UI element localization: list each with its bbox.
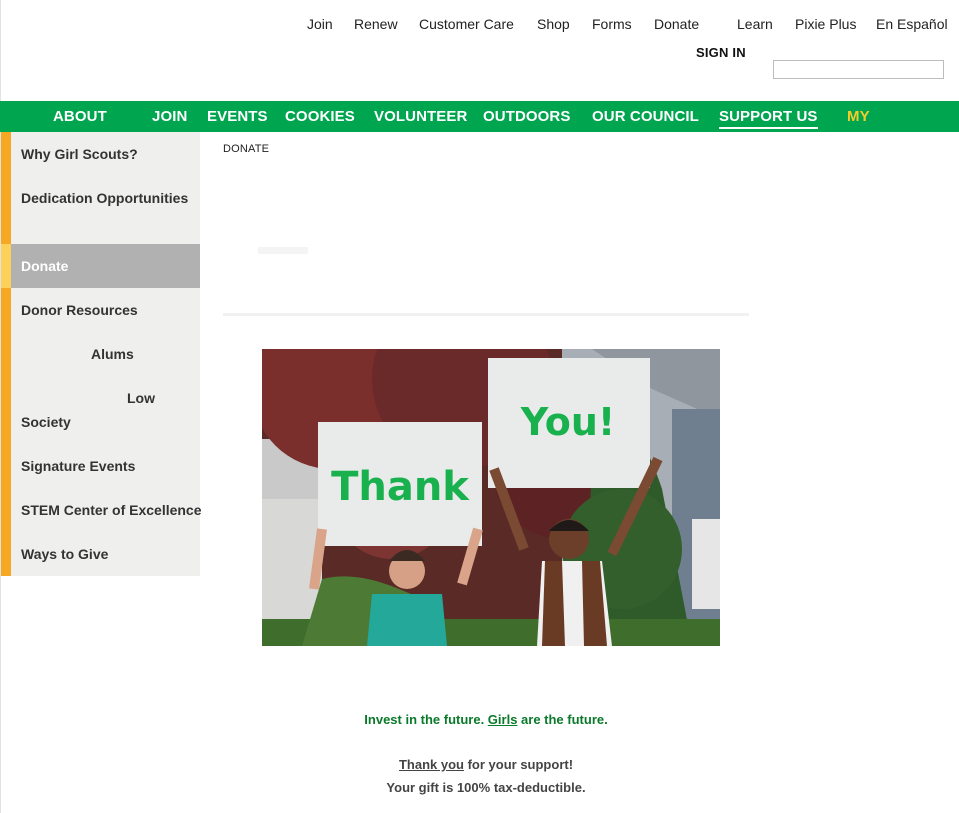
- sign-you-text: You!: [520, 400, 616, 444]
- thank-you-rest: for your support!: [463, 757, 574, 772]
- sidebar-item-alums[interactable]: Alums: [11, 332, 200, 376]
- utility-link-pixie-plus[interactable]: Pixie Plus: [795, 16, 856, 32]
- sidebar-item-label: Dedication Opportunities: [21, 190, 189, 206]
- nav-outdoors[interactable]: OUTDOORS: [483, 108, 570, 125]
- utility-link-customer-care[interactable]: Customer Care: [419, 16, 514, 32]
- sidebar-item-label: Why Girl Scouts?: [21, 146, 138, 162]
- sidebar-item-label: Alums: [91, 346, 134, 362]
- search-input[interactable]: [773, 60, 944, 79]
- nav-support-us[interactable]: SUPPORT US: [719, 108, 818, 129]
- sidebar-item-label: Donate: [21, 258, 69, 274]
- utility-link-en-espanol[interactable]: En Español: [876, 16, 948, 32]
- sign-in-link[interactable]: SIGN IN: [696, 45, 746, 60]
- tax-deductible-note: Your gift is 100% tax-deductible.: [386, 780, 586, 795]
- nav-about[interactable]: ABOUT: [53, 108, 107, 125]
- tagline: Invest in the future. Girls are the futu…: [0, 712, 959, 727]
- utility-link-renew[interactable]: Renew: [354, 16, 398, 32]
- sidebar-nav: Why Girl Scouts? Dedication Opportunitie…: [1, 132, 202, 576]
- nav-volunteer[interactable]: VOLUNTEER: [374, 108, 467, 125]
- sidebar-item-low-society[interactable]: Low Society: [11, 376, 200, 444]
- nav-events[interactable]: EVENTS: [207, 108, 268, 125]
- girls-link[interactable]: Girls: [488, 712, 518, 727]
- nav-cookies[interactable]: COOKIES: [285, 108, 355, 125]
- utility-link-shop[interactable]: Shop: [537, 16, 570, 32]
- utility-link-donate[interactable]: Donate: [654, 16, 699, 32]
- sign-thank-text: Thank: [331, 464, 470, 510]
- sidebar-item-ways-to-give[interactable]: Ways to Give: [11, 532, 200, 576]
- utility-link-join[interactable]: Join: [307, 16, 333, 32]
- sidebar-item-signature-events[interactable]: Signature Events: [11, 444, 200, 488]
- sidebar-item-label-line2: Society: [21, 414, 71, 430]
- tagline-text-2: are the future.: [517, 712, 608, 727]
- sidebar-item-donate[interactable]: Donate: [1, 244, 200, 288]
- sidebar-item-label: Signature Events: [21, 458, 136, 474]
- utility-nav: Join Renew Customer Care Shop Forms Dona…: [0, 16, 959, 36]
- sidebar-item-why-girl-scouts[interactable]: Why Girl Scouts?: [11, 132, 200, 176]
- sidebar-item-label: Donor Resources: [21, 302, 138, 318]
- nav-join[interactable]: JOIN: [152, 108, 187, 125]
- content-divider: [223, 313, 749, 316]
- utility-link-learn[interactable]: Learn: [737, 16, 773, 32]
- nav-my[interactable]: MY: [847, 108, 870, 125]
- sidebar-item-donor-resources[interactable]: Donor Resources: [11, 288, 200, 332]
- thank-you-link[interactable]: Thank you: [399, 757, 464, 772]
- sidebar-item-dedication-opportunities[interactable]: Dedication Opportunities: [11, 176, 200, 244]
- sidebar-accent-bar: [1, 132, 11, 576]
- main-nav: ABOUT JOIN EVENTS COOKIES VOLUNTEER OUTD…: [0, 101, 959, 132]
- tagline-text-1: Invest in the future.: [364, 712, 488, 727]
- sidebar-item-stem-center[interactable]: STEM Center of Excellence: [11, 488, 202, 532]
- faint-placeholder: [258, 247, 308, 254]
- sidebar-item-label: STEM Center of Excellence: [21, 502, 202, 518]
- nav-our-council[interactable]: OUR COUNCIL: [592, 108, 699, 125]
- utility-link-forms[interactable]: Forms: [592, 16, 632, 32]
- breadcrumb: DONATE: [223, 143, 270, 155]
- sidebar-item-label: Low: [127, 390, 155, 406]
- thank-you-photo: Thank You!: [262, 349, 720, 646]
- sidebar-item-label: Ways to Give: [21, 546, 109, 562]
- thank-you-line: Thank you for your support!: [0, 757, 959, 772]
